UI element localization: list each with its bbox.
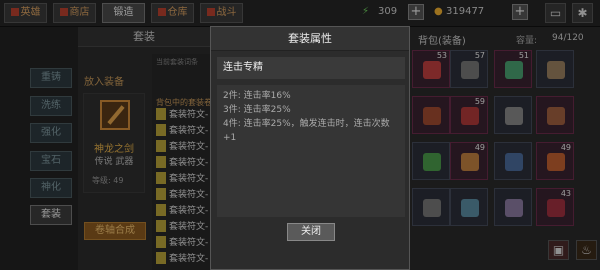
modal-title: 套装属性: [211, 27, 409, 51]
set-bonus-line: 3件: 连击率25%: [223, 105, 291, 115]
set-bonus-line: 2件: 连击率16%: [223, 91, 291, 101]
close-button[interactable]: 关闭: [287, 223, 335, 241]
set-bonus-list: 2件: 连击率16% 3件: 连击率25% 4件: 连击率25%，触发连击时，连…: [217, 85, 405, 217]
set-attributes-modal: 套装属性 连击专精 2件: 连击率16% 3件: 连击率25% 4件: 连击率2…: [210, 26, 410, 270]
set-bonus-line: 4件: 连击率25%，触发连击时，连击次数+1: [223, 119, 390, 143]
set-name: 连击专精: [217, 57, 405, 79]
